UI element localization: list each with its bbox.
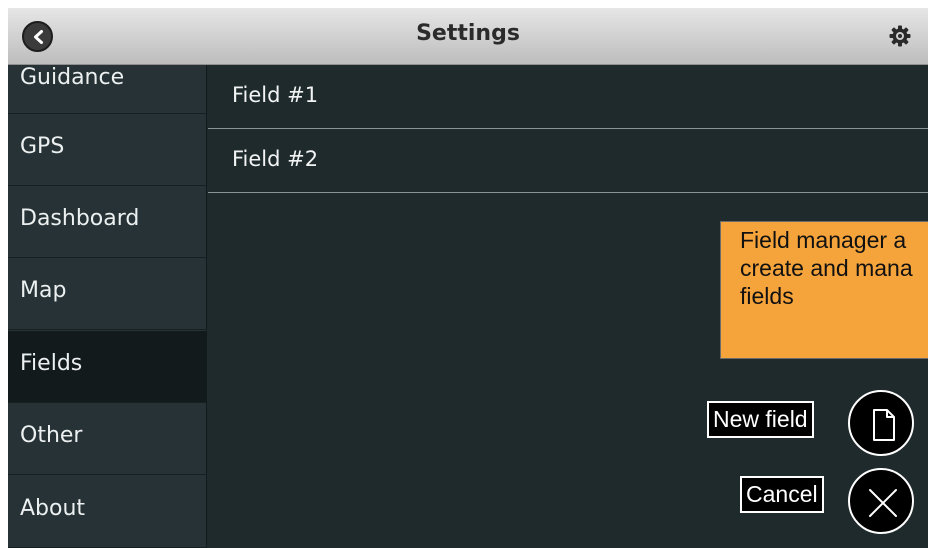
sidebar-item-about[interactable]: About [8, 476, 207, 548]
new-field-label[interactable]: New field [707, 401, 814, 438]
document-icon [873, 409, 895, 441]
sidebar-item-other[interactable]: Other [8, 403, 207, 475]
field-name: Field #2 [232, 147, 319, 171]
sidebar-item-label: Fields [20, 351, 83, 376]
sidebar-item-guidance[interactable]: Guidance [8, 65, 207, 114]
settings-sidebar: Guidance GPS Dashboard Map Fields Other … [8, 65, 207, 548]
sidebar-item-label: GPS [20, 134, 65, 159]
cancel-button[interactable] [848, 468, 914, 534]
new-field-button[interactable] [848, 390, 914, 456]
sidebar-item-label: Map [20, 278, 67, 303]
sidebar-item-label: Dashboard [20, 206, 140, 231]
field-name: Field #1 [232, 83, 319, 107]
app-window: Settings Guidance GPS Dashboard Map Fiel… [8, 8, 928, 548]
help-tooltip: Field manager a create and mana fields [720, 221, 928, 359]
sidebar-item-label: Other [20, 423, 83, 448]
sidebar-item-label: About [20, 496, 86, 521]
sidebar-item-gps[interactable]: GPS [8, 114, 207, 186]
field-row-1[interactable]: Field #1 [208, 65, 928, 129]
field-row-2[interactable]: Field #2 [208, 129, 928, 193]
sidebar-item-label: Guidance [20, 65, 125, 90]
page-title: Settings [416, 21, 520, 46]
close-icon [869, 489, 897, 517]
gear-icon[interactable] [888, 24, 912, 48]
sidebar-item-fields[interactable]: Fields [8, 331, 207, 403]
sidebar-item-map[interactable]: Map [8, 258, 207, 330]
title-bar: Settings [8, 8, 928, 65]
cancel-label[interactable]: Cancel [740, 476, 824, 513]
sidebar-item-dashboard[interactable]: Dashboard [8, 186, 207, 258]
